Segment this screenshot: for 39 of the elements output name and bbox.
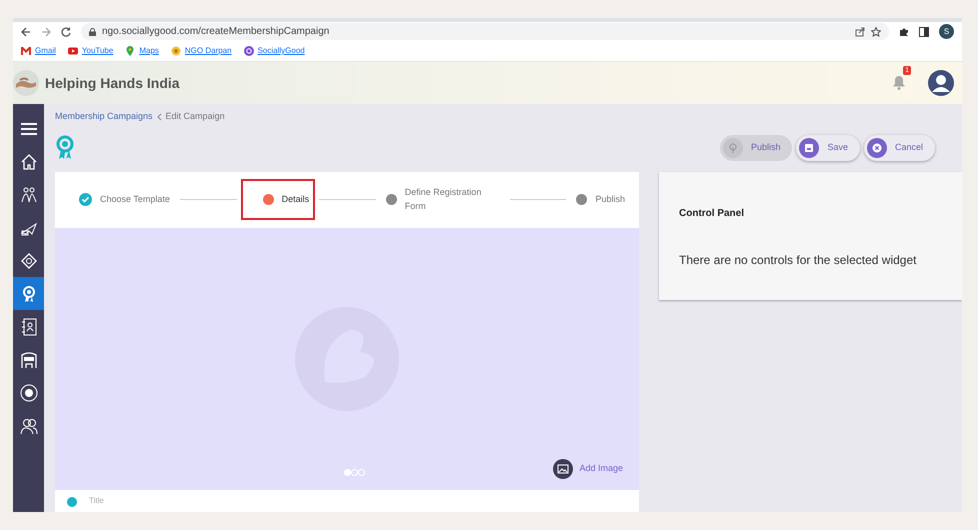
step-label[interactable]: Publish xyxy=(595,192,625,206)
back-icon[interactable] xyxy=(21,26,31,36)
step-label[interactable]: Details xyxy=(282,192,310,206)
empty-message: There are no controls for the selected widget xyxy=(679,252,918,268)
puzzle-icon[interactable] xyxy=(899,26,909,36)
profile-avatar[interactable]: S xyxy=(939,24,954,39)
breadcrumb-link[interactable]: Membership Campaigns xyxy=(55,110,153,124)
title-field[interactable]: Title xyxy=(87,494,167,508)
broadcast-icon xyxy=(722,138,743,158)
bookmark-link[interactable]: YouTube xyxy=(68,45,114,57)
image-icon xyxy=(553,459,574,479)
bookmark-link[interactable]: SociallyGood xyxy=(244,45,305,57)
hands-logo-icon xyxy=(13,70,39,96)
star-icon[interactable] xyxy=(871,26,881,36)
bookmark-link[interactable]: Maps xyxy=(125,45,159,57)
app-title: Helping Hands India xyxy=(45,74,180,93)
cancel-button[interactable]: Cancel xyxy=(864,134,935,160)
share-icon[interactable] xyxy=(855,26,865,36)
add-image-button[interactable]: Add Image xyxy=(547,458,629,480)
close-icon xyxy=(866,138,887,158)
reload-icon[interactable] xyxy=(61,26,71,36)
step-label[interactable]: Define Registration Form xyxy=(404,186,500,213)
bookmark-link[interactable]: Gmail xyxy=(21,45,56,57)
panel-title: Control Panel xyxy=(679,206,746,220)
user-avatar-icon[interactable] xyxy=(928,70,954,96)
map-pin-icon xyxy=(125,46,136,56)
mail-icon xyxy=(21,46,31,56)
bookmark-link[interactable]: NGO Darpan xyxy=(170,45,232,57)
breadcrumb-current: Edit Campaign xyxy=(166,110,225,123)
carousel-dot[interactable] xyxy=(351,469,358,476)
circle-logo-icon xyxy=(244,46,254,56)
carousel-dot[interactable] xyxy=(344,469,351,476)
play-icon xyxy=(68,46,78,56)
side-panel-icon[interactable] xyxy=(919,26,929,36)
lock-icon xyxy=(89,28,96,36)
carousel-dot[interactable] xyxy=(358,469,365,476)
floppy-disk-icon xyxy=(799,138,820,158)
save-button[interactable]: Save xyxy=(796,134,860,160)
step-label[interactable]: Choose Template xyxy=(100,192,170,206)
